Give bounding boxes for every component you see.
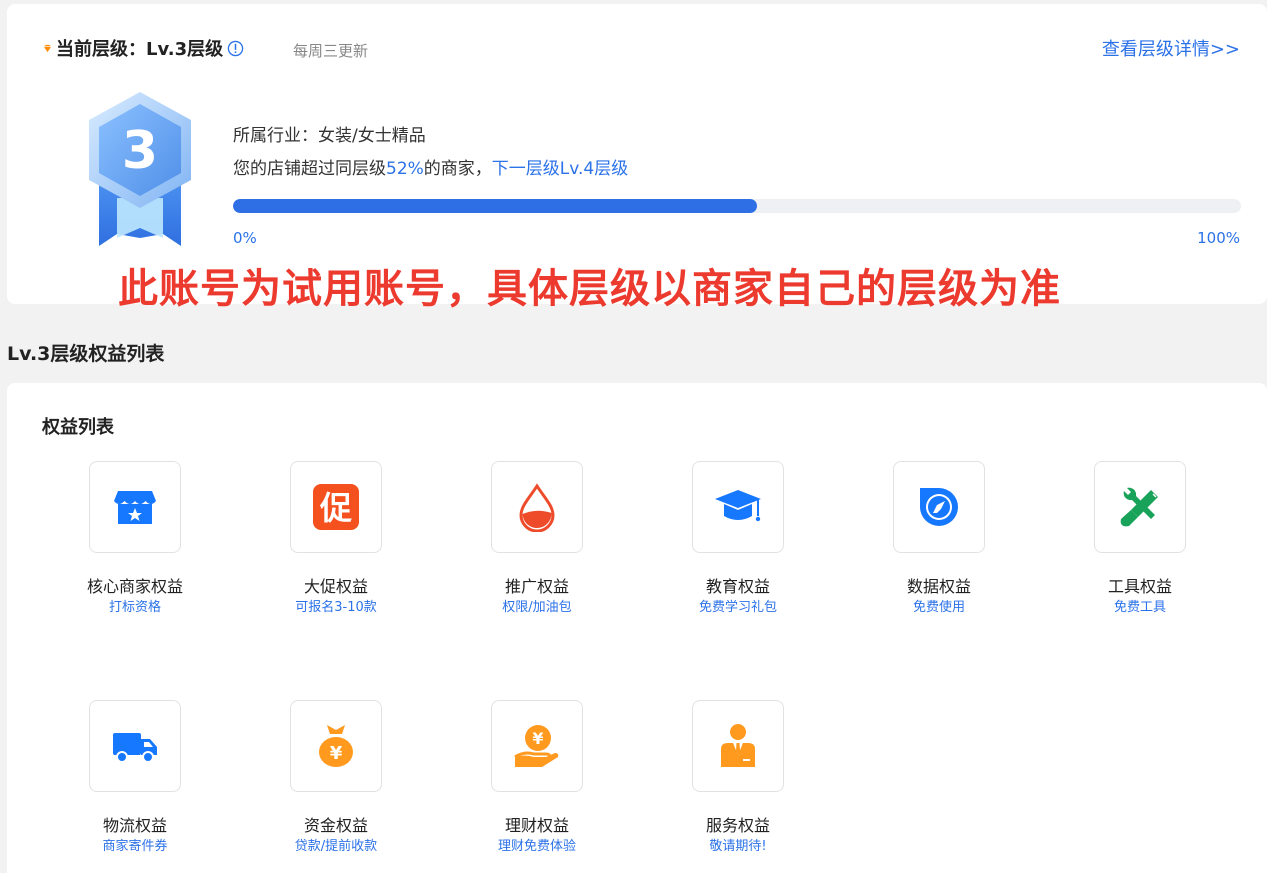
list-title: 权益列表: [42, 417, 114, 438]
benefit-sub: 商家寄件券: [102, 839, 168, 854]
benefit-sub: 贷款/提前收款: [294, 839, 378, 854]
benefit-name: 工具权益: [1107, 577, 1172, 596]
benefit-service[interactable]: 服务权益 敬请期待!: [658, 700, 818, 855]
level-progress-fill: [233, 199, 758, 213]
compass-icon: [920, 488, 958, 526]
benefit-education[interactable]: 教育权益 免费学习礼包: [658, 461, 818, 616]
benefit-icon-box: [692, 700, 784, 792]
benefit-sub: 敬请期待!: [709, 839, 767, 854]
benefit-sub: 权限/加油包: [502, 600, 572, 615]
benefit-name: 理财权益: [504, 816, 569, 835]
benefit-icon-box: [89, 700, 181, 792]
benefit-icon-box: [89, 461, 181, 553]
graduation-cap-icon: [715, 490, 761, 522]
benefit-funds[interactable]: ¥ 资金权益 贷款/提前收款: [256, 700, 416, 855]
update-note: 每周三更新: [293, 42, 369, 60]
info-icon[interactable]: [227, 40, 244, 57]
benefit-sub: 免费学习礼包: [698, 600, 777, 615]
benefit-icon-box: [491, 461, 583, 553]
exceed-mid: 的商家，: [423, 159, 492, 179]
benefit-sub: 打标资格: [108, 600, 161, 615]
benefit-sub: 免费使用: [912, 600, 965, 615]
badge-number: 3: [122, 121, 158, 181]
exceed-line: 您的店铺超过同层级52%的商家，下一层级Lv.4层级: [233, 154, 628, 179]
benefit-name: 数据权益: [906, 577, 971, 596]
svg-text:¥: ¥: [532, 729, 543, 748]
svg-text:¥: ¥: [330, 743, 343, 764]
coin-hand-icon: ¥: [514, 725, 559, 767]
store-icon: [114, 491, 156, 524]
benefit-icon-box: [893, 461, 985, 553]
truck-icon: [113, 733, 157, 763]
benefit-icon-box: ¥: [491, 700, 583, 792]
money-bag-icon: ¥: [319, 725, 353, 767]
section-title: Lv.3层级权益列表: [7, 343, 165, 365]
svg-text:促: 促: [319, 489, 352, 527]
benefit-name: 推广权益: [504, 577, 569, 596]
benefit-icon-box: [1094, 461, 1186, 553]
benefit-promotion[interactable]: 促 大促权益 可报名3-10款: [256, 461, 416, 616]
benefit-core-merchant[interactable]: 核心商家权益 打标资格: [55, 461, 215, 616]
tools-icon: [1120, 487, 1158, 527]
benefit-icon-box: ¥: [290, 700, 382, 792]
benefit-marketing[interactable]: 推广权益 权限/加油包: [457, 461, 617, 616]
current-level-title: 当前层级：Lv.3层级: [56, 39, 224, 60]
benefit-wealth[interactable]: ¥ 理财权益 理财免费体验: [457, 700, 617, 855]
benefit-icon-box: [692, 461, 784, 553]
industry-text: 所属行业：女装/女士精品: [233, 126, 426, 146]
benefit-name: 物流权益: [102, 816, 167, 835]
trial-account-notice: 此账号为试用账号，具体层级以商家自己的层级为准: [118, 266, 1061, 312]
promo-icon: 促: [313, 484, 359, 530]
benefit-name: 核心商家权益: [86, 577, 183, 596]
diamond-icon: [43, 44, 52, 52]
benefit-sub: 免费工具: [1113, 600, 1166, 615]
level-header: 当前层级：Lv.3层级: [43, 35, 244, 61]
benefits-card: 权益列表 核心商家权益 打标资格 促 大促权益 可报名3-10款 推广权益 权限…: [7, 383, 1267, 873]
benefit-icon-box: 促: [290, 461, 382, 553]
exceed-percent: 52%: [386, 159, 424, 179]
benefit-logistics[interactable]: 物流权益 商家寄件券: [55, 700, 215, 855]
service-person-icon: [721, 724, 755, 767]
benefit-sub: 理财免费体验: [497, 839, 576, 854]
progress-end-label: 100%: [1197, 229, 1240, 247]
progress-start-label: 0%: [233, 229, 257, 247]
drop-icon: [519, 483, 555, 532]
exceed-prefix: 您的店铺超过同层级: [233, 159, 386, 179]
next-level-text: 下一层级Lv.4层级: [491, 159, 629, 179]
benefit-name: 大促权益: [303, 577, 368, 596]
benefit-tools[interactable]: 工具权益 免费工具: [1060, 461, 1220, 616]
level-badge-icon: 3: [89, 92, 191, 246]
benefit-name: 服务权益: [705, 816, 770, 835]
benefit-name: 教育权益: [705, 577, 770, 596]
benefit-data[interactable]: 数据权益 免费使用: [859, 461, 1019, 616]
benefit-sub: 可报名3-10款: [295, 600, 377, 615]
level-progress-bar: [233, 199, 1241, 213]
level-detail-link[interactable]: 查看层级详情>>: [1102, 35, 1240, 61]
benefit-name: 资金权益: [303, 816, 368, 835]
